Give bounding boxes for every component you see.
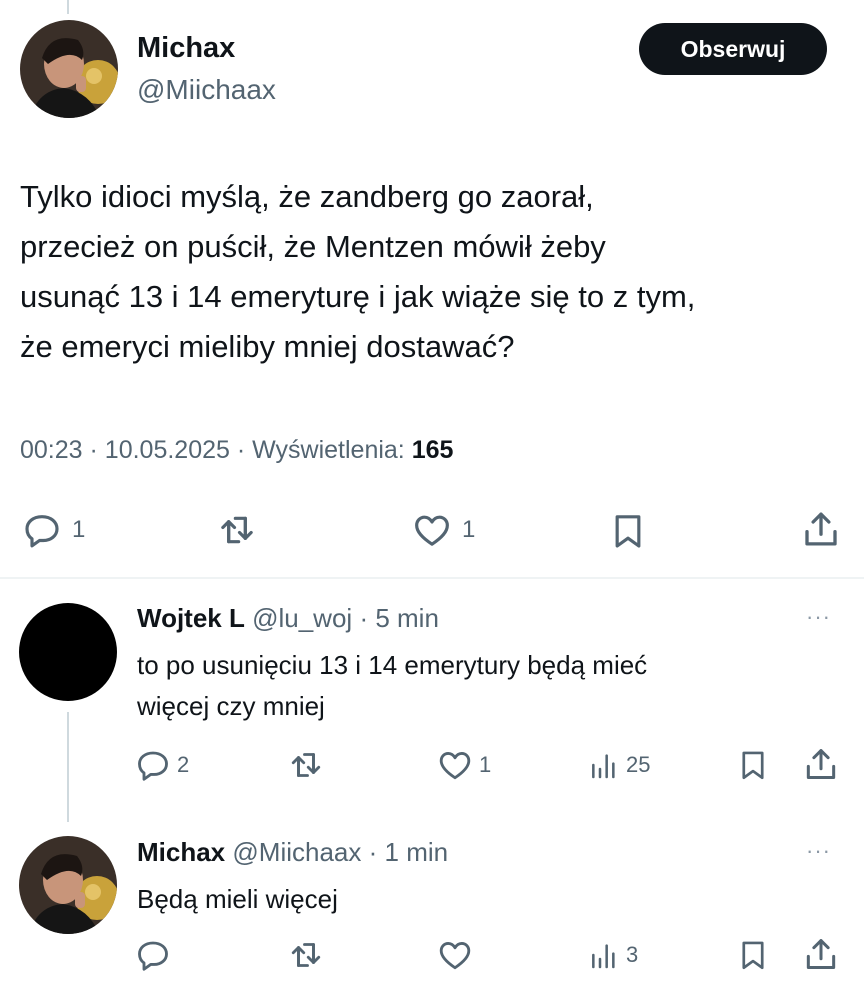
like-button[interactable]: 1	[412, 510, 475, 550]
tweet-time[interactable]: 00:23	[20, 436, 83, 464]
reply-author-name[interactable]: Wojtek L	[137, 603, 245, 633]
share-button[interactable]	[802, 935, 840, 973]
meta-separator: ·	[368, 837, 378, 867]
tweet-date[interactable]: 10.05.2025	[105, 436, 230, 464]
share-button[interactable]	[802, 745, 840, 783]
tweet-divider	[0, 577, 864, 579]
reply-author-handle[interactable]: @Miichaax	[232, 837, 361, 867]
reply-avatar[interactable]	[19, 836, 117, 934]
meta-separator: ·	[89, 436, 98, 464]
like-count: 1	[479, 752, 492, 777]
views-count: 25	[626, 752, 651, 777]
reply-author-handle[interactable]: @lu_woj	[252, 603, 352, 633]
meta-separator: ·	[236, 436, 246, 464]
bookmark-icon	[742, 941, 764, 970]
thread-line-reply	[67, 712, 69, 822]
more-icon[interactable]: ···	[806, 604, 831, 630]
bookmark-icon	[615, 515, 641, 548]
retweet-button[interactable]	[287, 937, 325, 973]
follow-button[interactable]: Obserwuj	[639, 23, 827, 75]
reply-time[interactable]: 5 min	[375, 603, 439, 633]
reply-text: Będą mieli więcej	[137, 884, 338, 914]
meta-separator: ·	[359, 603, 369, 633]
share-icon	[806, 939, 836, 969]
views-count: 3	[626, 942, 639, 967]
reply-count: 2	[177, 752, 190, 777]
views-button[interactable]: 3	[588, 937, 638, 973]
views-button[interactable]: 25	[588, 747, 650, 783]
share-button[interactable]	[800, 508, 842, 550]
retweet-icon	[221, 516, 253, 544]
like-count: 1	[462, 516, 476, 543]
author-name[interactable]: Michax	[137, 32, 235, 65]
reply-button[interactable]: 1	[22, 510, 85, 550]
reply-count: 1	[72, 516, 86, 543]
reply-icon	[138, 751, 168, 781]
views-icon	[592, 754, 615, 779]
share-icon	[805, 512, 837, 546]
views-count: 165	[411, 436, 454, 464]
retweet-icon	[291, 943, 321, 967]
reply-icon	[25, 515, 59, 548]
like-button[interactable]	[437, 937, 473, 973]
share-icon	[806, 749, 836, 779]
bookmark-icon	[742, 751, 764, 780]
views-label: Wyświetlenia:	[252, 436, 405, 464]
reply-time[interactable]: 1 min	[385, 837, 449, 867]
like-icon	[439, 752, 471, 780]
like-icon	[439, 942, 471, 970]
bookmark-button[interactable]	[736, 746, 770, 784]
reply-author-name[interactable]: Michax	[137, 837, 225, 867]
retweet-button[interactable]	[216, 510, 258, 550]
reply-icon	[138, 941, 168, 971]
reply-button[interactable]	[135, 937, 171, 973]
retweet-icon	[291, 753, 321, 777]
reply-button[interactable]: 2	[135, 747, 189, 783]
thread-line-top	[67, 0, 69, 14]
bookmark-button[interactable]	[608, 510, 648, 552]
reply-header: Wojtek L @lu_woj · 5 min	[137, 603, 439, 634]
retweet-button[interactable]	[287, 747, 325, 783]
like-icon	[415, 515, 449, 546]
reply-header: Michax @Miichaax · 1 min	[137, 837, 448, 868]
bookmark-button[interactable]	[736, 936, 770, 974]
author-handle[interactable]: @Miichaax	[137, 74, 276, 106]
tweet-meta: 00:23 · 10.05.2025 · Wyświetlenia: 165	[20, 436, 453, 465]
views-icon	[592, 944, 615, 969]
tweet-text: Tylko idioci myślą, że zandberg go zaora…	[20, 179, 696, 364]
more-icon[interactable]: ···	[806, 838, 831, 864]
like-button[interactable]: 1	[437, 747, 491, 783]
author-avatar[interactable]	[20, 20, 118, 118]
reply-text: to po usunięciu 13 i 14 emerytury będą m…	[137, 650, 648, 721]
reply-avatar[interactable]	[19, 603, 117, 701]
